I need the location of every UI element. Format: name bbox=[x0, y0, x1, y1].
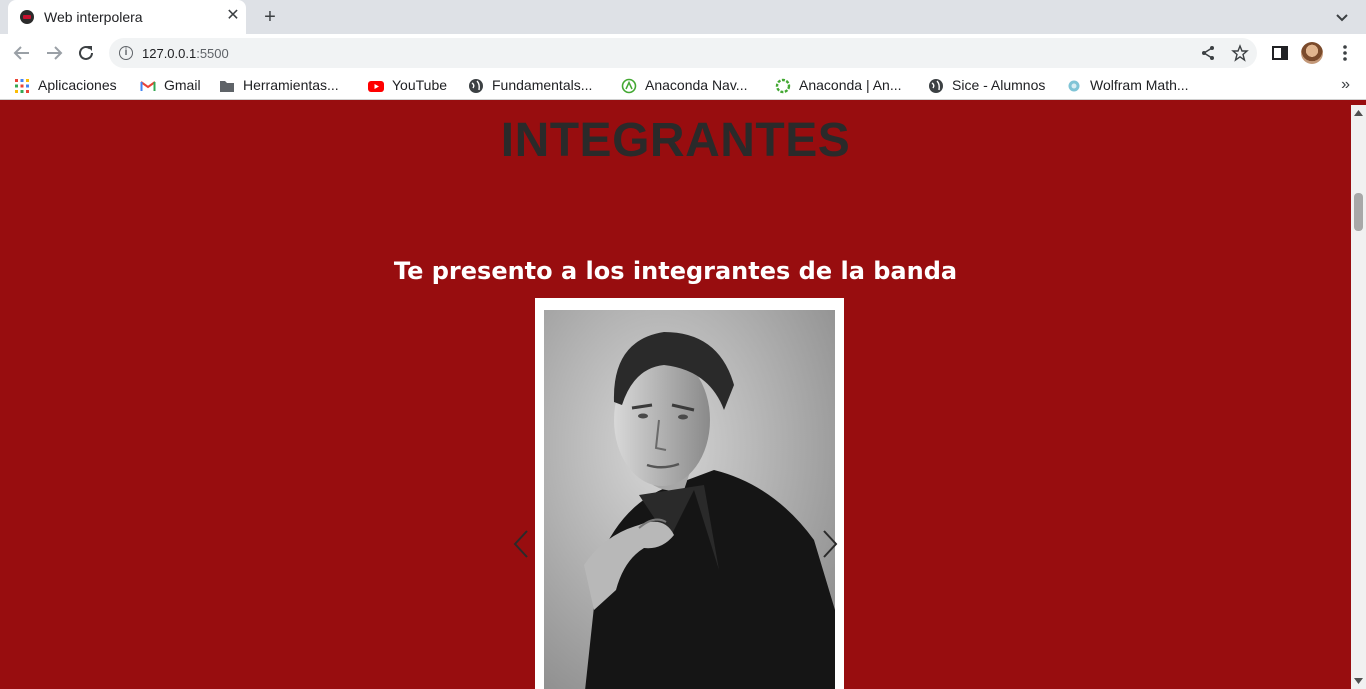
youtube-icon bbox=[368, 81, 384, 92]
scroll-up-arrow-icon[interactable] bbox=[1354, 109, 1363, 117]
close-tab-icon[interactable]: ✕ bbox=[223, 6, 243, 26]
browser-toolbar: i 127.0.0.1:5500 bbox=[0, 34, 1366, 72]
back-arrow-icon[interactable] bbox=[11, 42, 33, 64]
globe-icon bbox=[929, 79, 943, 93]
url-text[interactable]: 127.0.0.1:5500 bbox=[142, 46, 229, 61]
bookmarks-bar: Aplicaciones Gmail Herramientas... YouTu… bbox=[0, 72, 1366, 100]
profile-avatar[interactable] bbox=[1301, 42, 1323, 64]
bookmarks-overflow-icon[interactable]: » bbox=[1341, 76, 1350, 94]
scrollbar-thumb[interactable] bbox=[1354, 193, 1363, 231]
carousel-next-icon[interactable] bbox=[818, 529, 840, 559]
tab-strip: Web interpolera ✕ + bbox=[0, 0, 1366, 34]
band-member-photo bbox=[544, 310, 835, 689]
anaconda-ring-icon bbox=[775, 78, 791, 94]
reload-icon[interactable] bbox=[75, 42, 97, 64]
forward-arrow-icon[interactable] bbox=[43, 42, 65, 64]
page-viewport: INTEGRANTES Te presento a los integrante… bbox=[0, 105, 1351, 689]
tab-search-chevron-icon[interactable] bbox=[1332, 7, 1352, 27]
section-subtitle: Te presento a los integrantes de la band… bbox=[393, 257, 958, 285]
page-scrollbar[interactable] bbox=[1351, 105, 1366, 689]
globe-icon bbox=[469, 79, 483, 93]
address-bar[interactable]: i 127.0.0.1:5500 bbox=[109, 38, 1257, 68]
side-panel-icon[interactable] bbox=[1270, 43, 1290, 63]
wolfram-icon bbox=[1068, 80, 1080, 92]
gmail-icon bbox=[140, 81, 156, 91]
bookmark-star-icon[interactable] bbox=[1231, 44, 1249, 62]
scroll-down-arrow-icon[interactable] bbox=[1354, 677, 1363, 685]
anaconda-icon bbox=[621, 78, 637, 94]
member-carousel bbox=[535, 298, 844, 689]
carousel-prev-icon[interactable] bbox=[511, 529, 533, 559]
share-icon[interactable] bbox=[1199, 44, 1217, 62]
site-favicon-icon bbox=[20, 10, 34, 24]
apps-grid-icon bbox=[15, 79, 29, 93]
browser-tab[interactable]: Web interpolera ✕ bbox=[8, 0, 246, 34]
tab-title: Web interpolera bbox=[44, 9, 143, 25]
page-title: INTEGRANTES bbox=[500, 114, 851, 167]
browser-menu-icon[interactable] bbox=[1335, 43, 1355, 63]
folder-icon bbox=[220, 81, 234, 92]
site-info-icon[interactable]: i bbox=[119, 46, 133, 60]
new-tab-button[interactable]: + bbox=[258, 5, 282, 29]
